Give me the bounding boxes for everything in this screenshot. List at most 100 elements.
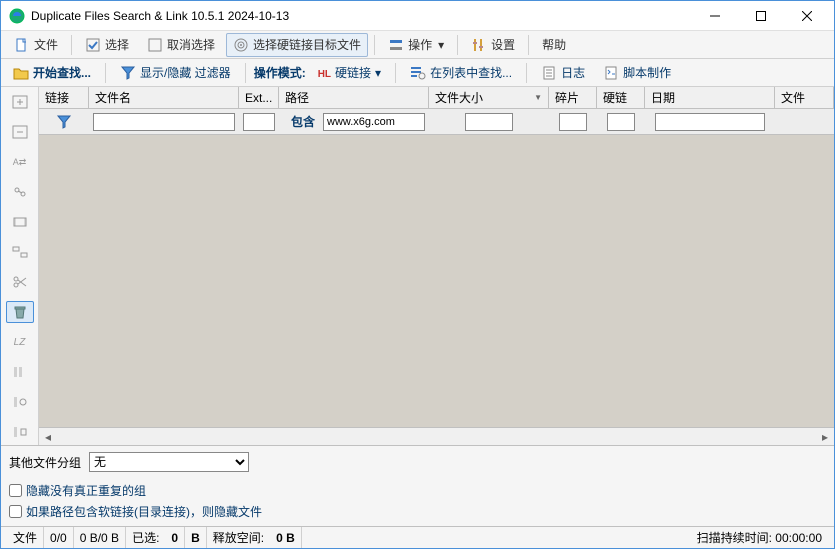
script-maker-button[interactable]: 脚本制作 xyxy=(597,61,677,85)
search-in-list-button[interactable]: 在列表中查找... xyxy=(404,61,518,85)
deselect-menu[interactable]: 取消选择 xyxy=(140,33,222,57)
contains-label: 包含 xyxy=(287,113,319,130)
script-icon xyxy=(603,65,619,81)
hide-softlink-row: 如果路径包含软链接(目录连接)，则隐藏文件 xyxy=(9,503,826,520)
side-misc3-button[interactable] xyxy=(6,421,34,443)
status-scan-label: 扫描持续时间: xyxy=(697,529,772,546)
list-search-icon xyxy=(410,65,426,81)
col-link[interactable]: 链接 xyxy=(39,87,89,108)
window-title: Duplicate Files Search & Link 10.5.1 202… xyxy=(31,9,692,23)
hardlink-mode-button[interactable]: HL 硬链接 ▾ xyxy=(312,61,387,85)
help-menu-label: 帮助 xyxy=(542,36,566,53)
hide-nondup-row: 隐藏没有真正重复的组 xyxy=(9,482,826,499)
toggle-filters-button[interactable]: 显示/隐藏 过滤器 xyxy=(114,61,237,85)
filter-path-input[interactable] xyxy=(323,113,425,131)
toggle-filters-label: 显示/隐藏 过滤器 xyxy=(140,64,231,81)
filter-icon-cell xyxy=(39,109,89,134)
col-date[interactable]: 日期 xyxy=(645,87,775,108)
group-label: 其他文件分组 xyxy=(9,454,81,471)
status-scan-time: 00:00:00 xyxy=(775,531,822,545)
filter-filename-input[interactable] xyxy=(93,113,235,131)
script-maker-label: 脚本制作 xyxy=(623,64,671,81)
main-toolbar: 文件 选择 取消选择 选择硬链接目标文件 操作 ▾ 设置 帮助 xyxy=(1,31,834,59)
results-panel: 链接 文件名 Ext... 路径 文件大小▼ 碎片 硬链 日期 文件 包含 xyxy=(39,87,834,445)
minimize-button[interactable] xyxy=(692,1,738,31)
help-menu[interactable]: 帮助 xyxy=(535,33,573,57)
status-bar: 文件 0/0 0 B/0 B 已选: 0 B 释放空间: 0 B 扫描持续时间:… xyxy=(1,526,834,548)
operate-menu[interactable]: 操作 ▾ xyxy=(381,33,451,57)
close-button[interactable] xyxy=(784,1,830,31)
col-file[interactable]: 文件 xyxy=(775,87,834,108)
log-button[interactable]: 日志 xyxy=(535,61,591,85)
side-text-button[interactable]: A⇄ xyxy=(6,151,34,173)
scroll-track[interactable] xyxy=(57,428,816,446)
hide-softlink-checkbox[interactable] xyxy=(9,505,22,518)
group-select[interactable]: 无 xyxy=(89,452,249,472)
filter-row: 包含 xyxy=(39,109,834,135)
filter-ext xyxy=(239,109,279,134)
side-expand-button[interactable] xyxy=(6,91,34,113)
filter-frag-input[interactable] xyxy=(559,113,587,131)
main-area: A⇄ LZ 链接 文件名 Ext... 路径 文件大小▼ 碎片 硬链 日期 文件 xyxy=(1,87,834,445)
action-toolbar: 开始查找... 显示/隐藏 过滤器 操作模式: HL 硬链接 ▾ 在列表中查找.… xyxy=(1,59,834,87)
chevron-down-icon: ▾ xyxy=(375,66,381,80)
status-b2: B xyxy=(185,527,207,548)
funnel-icon xyxy=(56,114,72,130)
settings-menu[interactable]: 设置 xyxy=(464,33,522,57)
side-misc2-button[interactable] xyxy=(6,391,34,413)
hide-nondup-checkbox[interactable] xyxy=(9,484,22,497)
file-menu[interactable]: 文件 xyxy=(7,33,65,57)
separator xyxy=(395,63,396,83)
deselect-icon xyxy=(147,37,163,53)
funnel-icon xyxy=(120,65,136,81)
side-film-button[interactable] xyxy=(6,211,34,233)
status-selected-count: 0 xyxy=(165,527,185,548)
side-link-button[interactable] xyxy=(6,181,34,203)
separator xyxy=(457,35,458,55)
grid-header: 链接 文件名 Ext... 路径 文件大小▼ 碎片 硬链 日期 文件 xyxy=(39,87,834,109)
start-search-button[interactable]: 开始查找... xyxy=(7,61,97,85)
log-label: 日志 xyxy=(561,64,585,81)
side-lz-button[interactable]: LZ xyxy=(6,331,34,353)
col-hardlinks[interactable]: 硬链 xyxy=(597,87,645,108)
scroll-left-icon[interactable]: ◂ xyxy=(39,428,57,446)
select-menu-label: 选择 xyxy=(105,36,129,53)
side-collapse-button[interactable] xyxy=(6,121,34,143)
status-freed-value: 0 B xyxy=(270,527,302,548)
col-frag[interactable]: 碎片 xyxy=(549,87,597,108)
scroll-right-icon[interactable]: ▸ xyxy=(816,428,834,446)
maximize-button[interactable] xyxy=(738,1,784,31)
col-filename[interactable]: 文件名 xyxy=(89,87,239,108)
grid-body[interactable]: ◂ ▸ xyxy=(39,135,834,445)
filter-frag xyxy=(549,109,597,134)
settings-menu-label: 设置 xyxy=(491,36,515,53)
side-scissors-button[interactable] xyxy=(6,271,34,293)
side-trash-button[interactable] xyxy=(6,301,34,323)
search-in-list-label: 在列表中查找... xyxy=(430,64,512,81)
separator xyxy=(528,35,529,55)
status-count: 0/0 xyxy=(44,527,74,548)
app-icon xyxy=(9,8,25,24)
filter-hardlinks-input[interactable] xyxy=(607,113,635,131)
separator xyxy=(526,63,527,83)
select-hardlink-target-button[interactable]: 选择硬链接目标文件 xyxy=(226,33,368,57)
filter-contains-label-cell: 包含 xyxy=(279,109,319,134)
folder-search-icon xyxy=(13,65,29,81)
side-misc1-button[interactable] xyxy=(6,361,34,383)
filter-date-input[interactable] xyxy=(655,113,765,131)
hardlink-mode-label: 硬链接 xyxy=(335,64,371,81)
op-mode-label: 操作模式: xyxy=(254,64,306,81)
col-size[interactable]: 文件大小▼ xyxy=(429,87,549,108)
col-ext[interactable]: Ext... xyxy=(239,87,279,108)
side-filter2-button[interactable] xyxy=(6,241,34,263)
select-menu[interactable]: 选择 xyxy=(78,33,136,57)
start-search-label: 开始查找... xyxy=(33,64,91,81)
status-size: 0 B/0 B xyxy=(74,527,126,548)
col-path[interactable]: 路径 xyxy=(279,87,429,108)
filter-size-input[interactable] xyxy=(465,113,513,131)
select-icon xyxy=(85,37,101,53)
hide-nondup-label: 隐藏没有真正重复的组 xyxy=(26,482,146,499)
filter-ext-input[interactable] xyxy=(243,113,275,131)
separator xyxy=(105,63,106,83)
horizontal-scrollbar[interactable]: ◂ ▸ xyxy=(39,427,834,445)
